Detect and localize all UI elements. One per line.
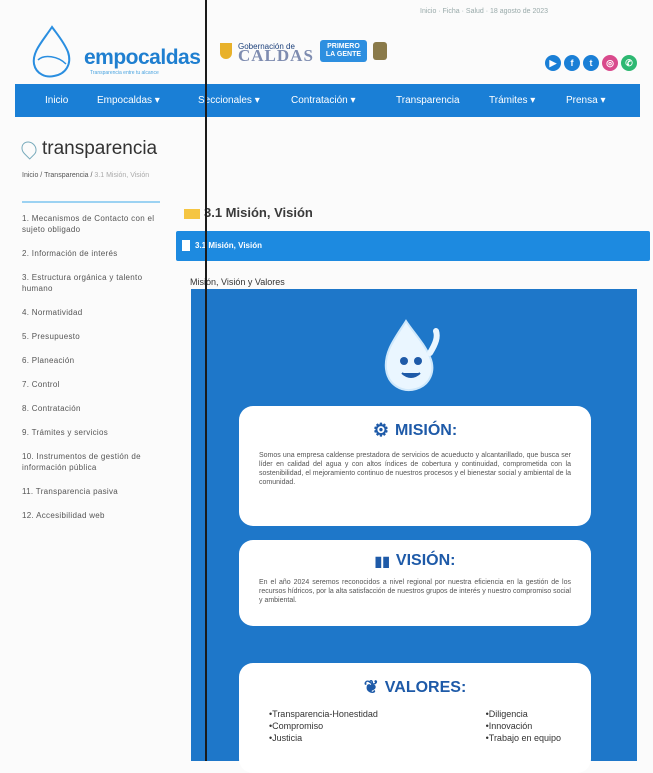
transparency-sidebar: 1. Mecanismos de Contacto con el sujeto … — [22, 201, 162, 534]
mission-vision-poster: ⚙ MISIÓN: Somos una empresa caldense pre… — [191, 289, 637, 773]
sidebar-item[interactable]: 4. Normatividad — [22, 307, 162, 318]
water-drop-mascot-icon — [384, 319, 440, 391]
page-title: transparencia — [42, 138, 158, 159]
site-header: empocaldas Transparencia entre tu alcanc… — [0, 18, 653, 80]
sidebar-item[interactable]: 5. Presupuesto — [22, 331, 162, 342]
folder-icon — [184, 208, 200, 219]
sidebar-item[interactable]: 2. Información de interés — [22, 248, 162, 259]
valores-title: VALORES: — [384, 678, 467, 696]
sidebar-item[interactable]: 9. Trámites y servicios — [22, 427, 162, 438]
gear-icon: ⚙ — [372, 420, 389, 440]
section-title: 3.1 Misión, Visión — [184, 205, 313, 220]
youtube-icon[interactable]: ▶ — [545, 55, 561, 71]
breadcrumb-home[interactable]: Inicio — [22, 172, 38, 179]
valores-card: ❦ VALORES: •Transparencia-Honestidad •Co… — [239, 663, 591, 773]
sidebar-item[interactable]: 12. Accesibilidad web — [22, 510, 162, 521]
sidebar-item[interactable]: 11. Transparencia pasiva — [22, 486, 162, 497]
sidebar-item[interactable]: 10. Instrumentos de gestión de informaci… — [22, 451, 162, 473]
valores-list: •Transparencia-Honestidad •Compromiso •J… — [239, 708, 591, 744]
logo-tagline: Transparencia entre tu alcance — [90, 70, 159, 76]
mision-card: ⚙ MISIÓN: Somos una empresa caldense pre… — [239, 406, 591, 526]
nav-item-2[interactable]: Seccionales ▾ — [198, 95, 260, 106]
breadcrumb: Inicio / Transparencia / 3.1 Misión, Vis… — [22, 172, 150, 179]
drop-icon — [18, 138, 40, 160]
valor-item: •Compromiso — [269, 721, 324, 731]
facebook-icon[interactable]: f — [564, 55, 580, 71]
valor-item: •Trabajo en equipo — [485, 733, 561, 743]
gov-name: CALDAS — [238, 46, 314, 65]
nav-item-6[interactable]: Prensa ▾ — [566, 95, 605, 106]
sidebar-item[interactable]: 7. Control — [22, 379, 162, 390]
breadcrumb-current: 3.1 Misión, Visión — [94, 172, 150, 179]
bar-chart-icon: ▮▮ — [374, 552, 390, 569]
valores-left-col: •Transparencia-Honestidad •Compromiso •J… — [269, 708, 378, 744]
breadcrumb-transparencia[interactable]: Transparencia — [44, 172, 89, 179]
overlay-vertical-line — [205, 0, 207, 761]
valores-right-col: •Diligencia •Innovación •Trabajo en equi… — [486, 708, 561, 744]
mision-title: MISIÓN: — [394, 421, 458, 439]
sidebar-item[interactable]: 8. Contratación — [22, 403, 162, 414]
vision-title: VISIÓN: — [395, 552, 456, 569]
vision-card: ▮▮ VISIÓN: En el año 2024 seremos recono… — [239, 540, 591, 626]
social-links: ▶ f t ◎ ✆ — [545, 55, 637, 71]
document-icon — [182, 240, 190, 251]
vision-text: En el año 2024 seremos reconocidos a niv… — [259, 579, 571, 604]
nav-item-3[interactable]: Contratación ▾ — [291, 95, 356, 106]
nav-item-4[interactable]: Transparencia — [396, 95, 460, 106]
sidebar-item[interactable]: 6. Planeación — [22, 355, 162, 366]
sidebar-divider — [22, 201, 160, 203]
caldas-shield-icon — [220, 43, 232, 59]
site-logo[interactable]: empocaldas — [84, 46, 201, 70]
top-utility-bar: Inicio · Ficha · Salud · 18 agosto de 20… — [420, 8, 549, 15]
valor-item: •Innovación — [485, 721, 533, 731]
valor-item: •Justicia — [269, 733, 303, 743]
page-heading: transparencia — [18, 138, 158, 160]
government-logo[interactable]: Gobernación de CALDAS PRIMERO LA GENTE — [220, 40, 388, 65]
primero-la-gente-badge: PRIMERO LA GENTE — [319, 40, 368, 62]
whatsapp-icon[interactable]: ✆ — [621, 55, 637, 71]
mision-text: Somos una empresa caldense prestadora de… — [259, 452, 571, 486]
valor-item: •Diligencia — [485, 709, 528, 719]
coat-of-arms-icon — [373, 42, 388, 60]
nav-item-5[interactable]: Trámites ▾ — [489, 95, 535, 106]
main-navbar: Inicio Empocaldas ▾ Seccionales ▾ Contratac… — [15, 84, 640, 117]
nav-item-0[interactable]: Inicio — [45, 95, 68, 106]
valor-item: •Transparencia-Honestidad — [269, 709, 378, 719]
water-drop-logo-icon[interactable] — [24, 24, 80, 80]
sidebar-item[interactable]: 1. Mecanismos de Contacto con el sujeto … — [22, 213, 162, 235]
nav-item-1[interactable]: Empocaldas ▾ — [97, 95, 160, 106]
twitter-icon[interactable]: t — [583, 55, 599, 71]
panel-header: 3.1 Misión, Visión — [176, 231, 650, 261]
sidebar-item[interactable]: 3. Estructura orgánica y talento humano — [22, 272, 162, 294]
instagram-icon[interactable]: ◎ — [602, 55, 618, 71]
leaf-icon: ❦ — [363, 677, 379, 697]
